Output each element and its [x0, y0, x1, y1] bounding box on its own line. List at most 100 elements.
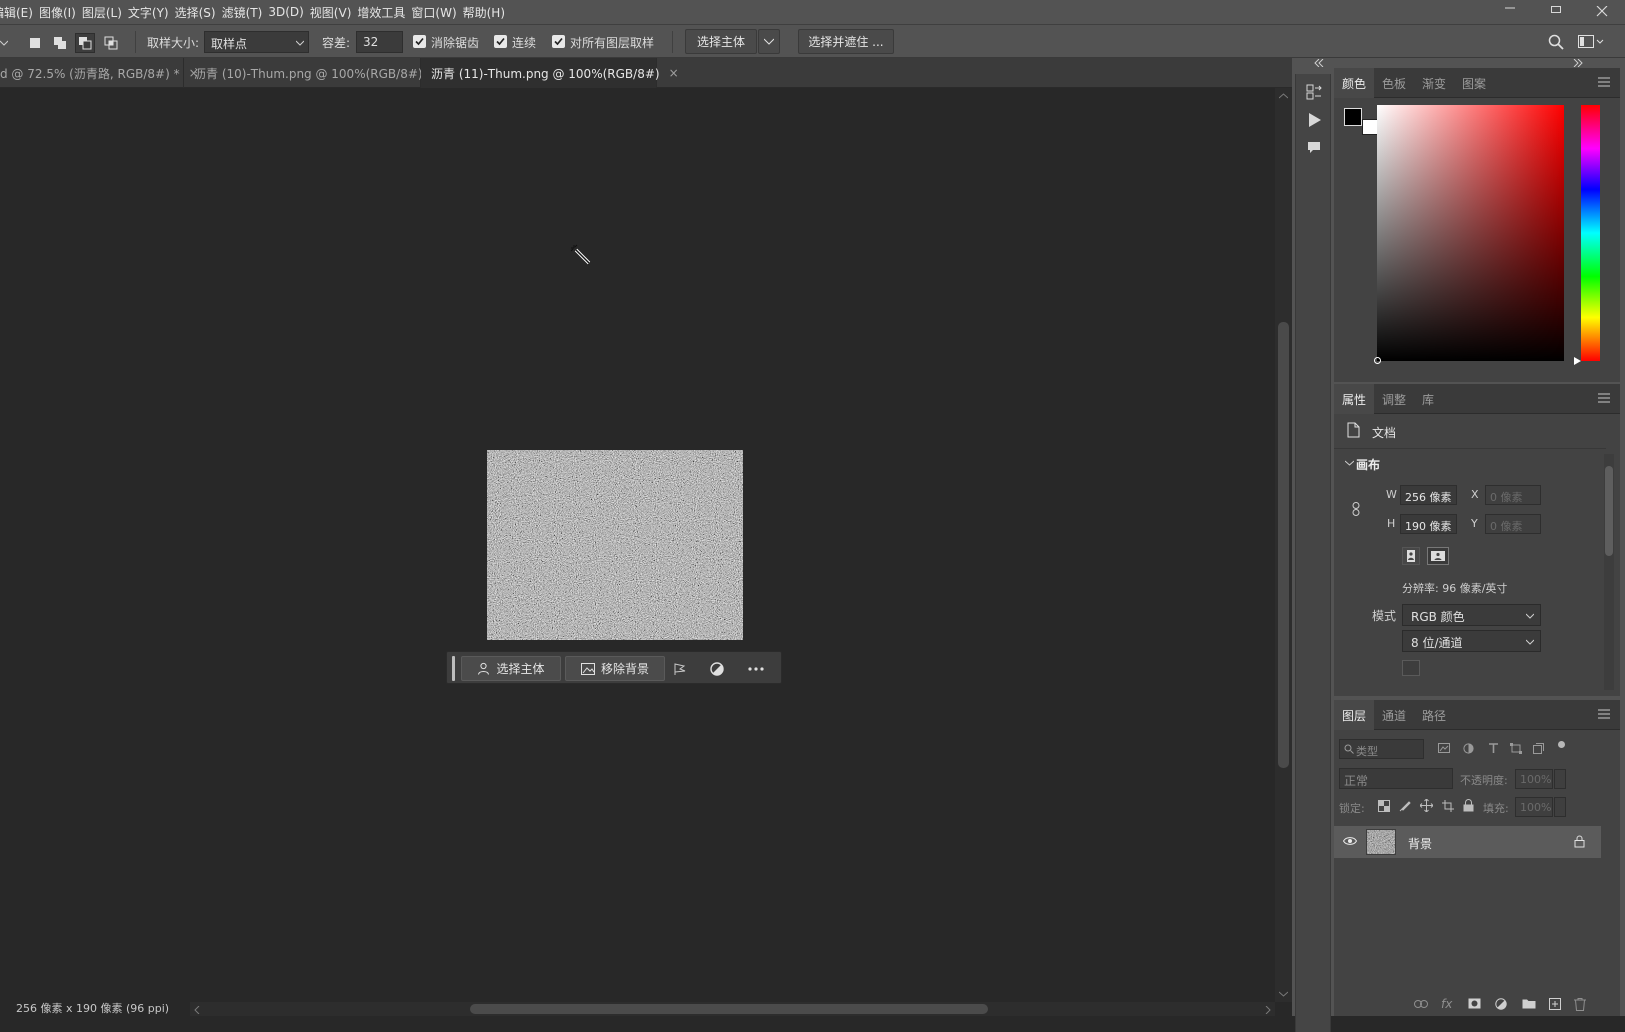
scroll-up-icon[interactable] [1279, 93, 1288, 99]
intersect-selection-button[interactable] [101, 33, 121, 53]
select-and-mask-button[interactable]: 选择并遮住 ... [798, 29, 894, 54]
history-icon[interactable] [1306, 84, 1322, 100]
menu-layer[interactable]: 图层(L) [82, 4, 128, 21]
lock-all-icon[interactable] [1463, 799, 1474, 812]
lock-icon[interactable] [1574, 835, 1585, 848]
lock-position-icon[interactable] [1420, 799, 1433, 812]
filter-shape-icon[interactable] [1510, 743, 1522, 754]
y-field[interactable]: 0 像素 [1485, 514, 1541, 534]
menu-type[interactable]: 文字(Y) [128, 4, 175, 21]
fill-field[interactable]: 100% [1515, 797, 1553, 817]
menu-select[interactable]: 选择(S) [175, 4, 222, 21]
menu-plugins[interactable]: 增效工具 [357, 4, 411, 21]
adjust-contrast-icon[interactable] [710, 662, 724, 676]
maximize-button[interactable] [1533, 0, 1579, 24]
flag-icon[interactable] [673, 662, 687, 676]
link-icon[interactable] [1351, 502, 1361, 516]
panel-menu-icon[interactable] [1598, 393, 1610, 403]
close-window-button[interactable] [1579, 0, 1625, 24]
tab-layers[interactable]: 图层 [1334, 700, 1375, 730]
background-color-swatch[interactable] [1362, 119, 1378, 135]
menu-window[interactable]: 窗口(W) [411, 4, 462, 21]
color-field[interactable] [1377, 105, 1564, 361]
blend-mode-select[interactable]: 正常 [1339, 768, 1453, 789]
canvas-color-swatch[interactable] [1402, 660, 1420, 676]
select-subject-dropdown[interactable] [758, 29, 780, 54]
tab-channels[interactable]: 通道 [1374, 700, 1414, 730]
add-selection-button[interactable] [50, 33, 70, 53]
lock-transparent-icon[interactable] [1378, 800, 1390, 812]
scroll-right-icon[interactable] [1265, 1006, 1271, 1014]
bit-depth-select[interactable]: 8 位/通道 [1402, 630, 1541, 652]
sample-size-select[interactable]: 取样点 [204, 31, 309, 53]
tool-preset-chevron-icon[interactable] [0, 39, 8, 47]
delete-layer-icon[interactable] [1574, 998, 1586, 1011]
vertical-scroll-thumb[interactable] [1278, 322, 1289, 768]
tab-gradients[interactable]: 渐变 [1414, 68, 1454, 98]
document-image[interactable] [487, 450, 743, 640]
portrait-orientation-button[interactable] [1402, 547, 1420, 565]
eye-icon[interactable] [1343, 836, 1357, 846]
tab-document-2[interactable]: 沥青 (10)-Thum.png @ 100%(RGB/8#) × [184, 58, 442, 88]
chevron-down-icon[interactable] [1345, 460, 1354, 466]
add-mask-icon[interactable] [1468, 998, 1481, 1009]
collapse-panels-icon[interactable] [1314, 59, 1324, 67]
tab-document-3[interactable]: 沥青 (11)-Thum.png @ 100%(RGB/8#) × [421, 58, 679, 88]
height-field[interactable]: 190 像素 [1400, 514, 1457, 534]
tab-close-icon[interactable]: × [669, 66, 679, 80]
more-options-icon[interactable] [748, 667, 764, 671]
hue-slider[interactable] [1581, 105, 1600, 361]
filter-type-icon[interactable] [1488, 743, 1499, 754]
hue-slider-marker[interactable] [1574, 357, 1582, 365]
play-actions-icon[interactable] [1308, 113, 1322, 127]
link-layers-icon[interactable] [1414, 1000, 1428, 1008]
comments-icon[interactable] [1307, 141, 1321, 155]
scroll-left-icon[interactable] [194, 1006, 200, 1014]
workspace-icon[interactable] [1578, 35, 1604, 49]
opacity-dropdown[interactable] [1554, 769, 1566, 789]
tab-adjustments[interactable]: 调整 [1374, 384, 1414, 414]
antialias-checkbox[interactable] [413, 35, 426, 48]
expand-panels-icon[interactable] [1573, 59, 1583, 67]
panel-menu-icon[interactable] [1598, 77, 1610, 87]
lock-artboard-icon[interactable] [1442, 800, 1454, 812]
width-field[interactable]: 256 像素 [1400, 485, 1457, 505]
subtract-selection-button[interactable] [75, 33, 95, 53]
horizontal-scroll-thumb[interactable] [470, 1004, 988, 1014]
tolerance-input[interactable]: 32 [356, 31, 403, 53]
select-subject-button[interactable]: 选择主体 [685, 29, 757, 54]
drag-handle[interactable] [452, 656, 455, 681]
tab-properties[interactable]: 属性 [1334, 384, 1375, 414]
tab-swatches[interactable]: 色板 [1374, 68, 1414, 98]
lock-image-icon[interactable] [1399, 800, 1411, 812]
new-selection-button[interactable] [25, 33, 45, 53]
remove-background-button[interactable]: 移除背景 [565, 656, 665, 681]
scroll-down-icon[interactable] [1279, 991, 1288, 997]
color-mode-select[interactable]: RGB 颜色 [1402, 604, 1541, 626]
new-layer-icon[interactable] [1549, 998, 1561, 1010]
filter-pixel-icon[interactable] [1438, 743, 1450, 754]
filter-adjustment-icon[interactable] [1463, 743, 1474, 754]
layer-style-icon[interactable]: fx [1441, 997, 1452, 1011]
tab-paths[interactable]: 路径 [1414, 700, 1454, 730]
filter-toggle-icon[interactable] [1558, 741, 1565, 748]
search-icon[interactable] [1548, 34, 1564, 50]
menu-help[interactable]: 帮助(H) [463, 4, 511, 21]
all-layers-checkbox[interactable] [552, 35, 565, 48]
tab-document-1[interactable]: d @ 72.5% (沥青路, RGB/8#) * × [0, 58, 199, 88]
properties-scroll-thumb[interactable] [1605, 466, 1613, 556]
adjustment-layer-icon[interactable] [1495, 998, 1509, 1012]
landscape-orientation-button[interactable] [1427, 547, 1449, 565]
fill-dropdown[interactable] [1554, 797, 1566, 817]
contiguous-checkbox[interactable] [494, 35, 507, 48]
menu-filter[interactable]: 滤镜(T) [222, 4, 269, 21]
tab-color[interactable]: 颜色 [1334, 68, 1375, 98]
filter-smart-object-icon[interactable] [1533, 743, 1544, 754]
menu-image[interactable]: 图像(I) [39, 4, 82, 21]
tab-libraries[interactable]: 库 [1414, 384, 1442, 414]
color-picker-marker[interactable] [1374, 357, 1381, 364]
layer-filter-select[interactable]: 类型 [1339, 739, 1424, 759]
x-field[interactable]: 0 像素 [1485, 485, 1541, 505]
minimize-button[interactable] [1487, 0, 1533, 24]
menu-edit[interactable]: 编辑(E) [0, 4, 39, 21]
